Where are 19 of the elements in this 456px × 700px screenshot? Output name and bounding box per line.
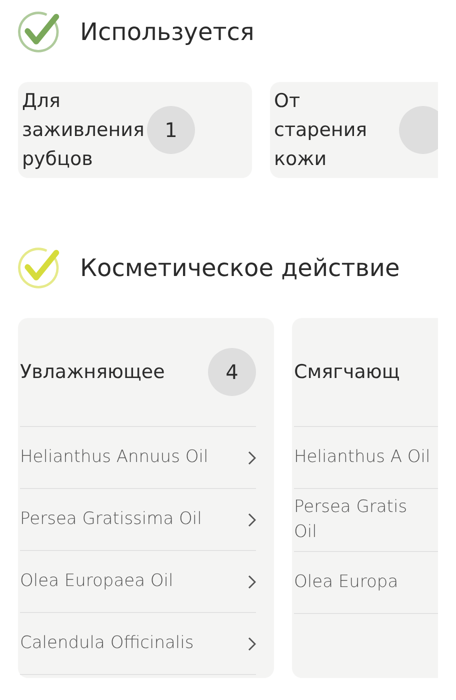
category-card[interactable]: Для заживления рубцов 1 [18, 82, 252, 178]
ingredient-item[interactable]: Persea Gratis Oil [294, 489, 438, 552]
category-card[interactable]: Смягчающ Helianthus A Oil Persea Gratis Oil Olea Europa [292, 318, 438, 678]
section-title: Используется [80, 18, 254, 46]
category-title: Для заживления рубцов [22, 88, 146, 172]
category-title: От старения кожи [274, 88, 368, 172]
count-badge: 4 [208, 348, 256, 396]
category-card[interactable]: От старения кожи [270, 82, 438, 178]
ingredient-item[interactable]: Helianthus Annuus Oil [20, 427, 256, 489]
ingredient-item[interactable]: Olea Europa [294, 552, 438, 614]
category-title: Увлажняющее [20, 360, 165, 384]
ingredient-item[interactable]: Calendula Officinalis [20, 613, 256, 675]
section-title: Косметическое действие [80, 254, 400, 282]
ingredient-item[interactable]: Persea Gratissima Oil [20, 489, 256, 551]
ingredient-item[interactable]: Olea Europaea Oil [20, 551, 256, 613]
count-badge: 1 [147, 106, 195, 154]
category-card[interactable]: Увлажняющее 4 Helianthus Annuus Oil Persea Gratissima Oil Olea Europaea Oil Calendula Officinalis [18, 318, 274, 678]
ingredient-item[interactable]: Helianthus A Oil [294, 427, 438, 489]
category-title: Смягчающ [294, 360, 400, 384]
